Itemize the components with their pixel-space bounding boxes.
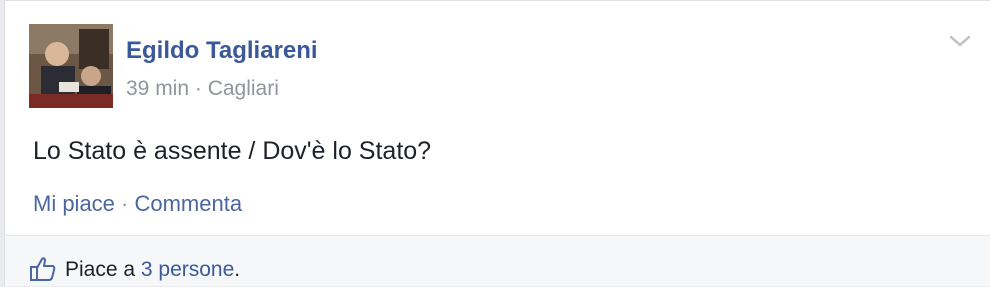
- post-text: Lo Stato è assente / Dov'è lo Stato?: [33, 137, 432, 165]
- likes-count-link[interactable]: 3 persone: [141, 258, 234, 281]
- thumbs-up-icon: [29, 256, 57, 282]
- meta-separator: ·: [189, 77, 208, 100]
- post-time[interactable]: 39 min: [126, 77, 189, 100]
- post-meta: 39 min · Cagliari: [126, 77, 279, 101]
- post-location[interactable]: Cagliari: [208, 77, 279, 100]
- likes-summary: Piace a 3 persone.: [65, 258, 240, 282]
- comment-link[interactable]: Commenta: [134, 191, 242, 216]
- post-actions: Mi piace · Commenta: [33, 191, 242, 217]
- avatar[interactable]: [29, 24, 113, 108]
- actions-separator: ·: [114, 191, 135, 216]
- likes-footer: Piace a 3 persone.: [5, 236, 990, 286]
- likes-suffix: .: [234, 258, 241, 281]
- feed-post: Egildo Tagliareni 39 min · Cagliari Lo S…: [4, 0, 990, 286]
- likes-prefix: Piace a: [65, 258, 141, 281]
- like-link[interactable]: Mi piace: [33, 191, 115, 216]
- chevron-down-icon[interactable]: [948, 31, 972, 51]
- avatar-image: [29, 24, 113, 108]
- author-name[interactable]: Egildo Tagliareni: [126, 37, 318, 65]
